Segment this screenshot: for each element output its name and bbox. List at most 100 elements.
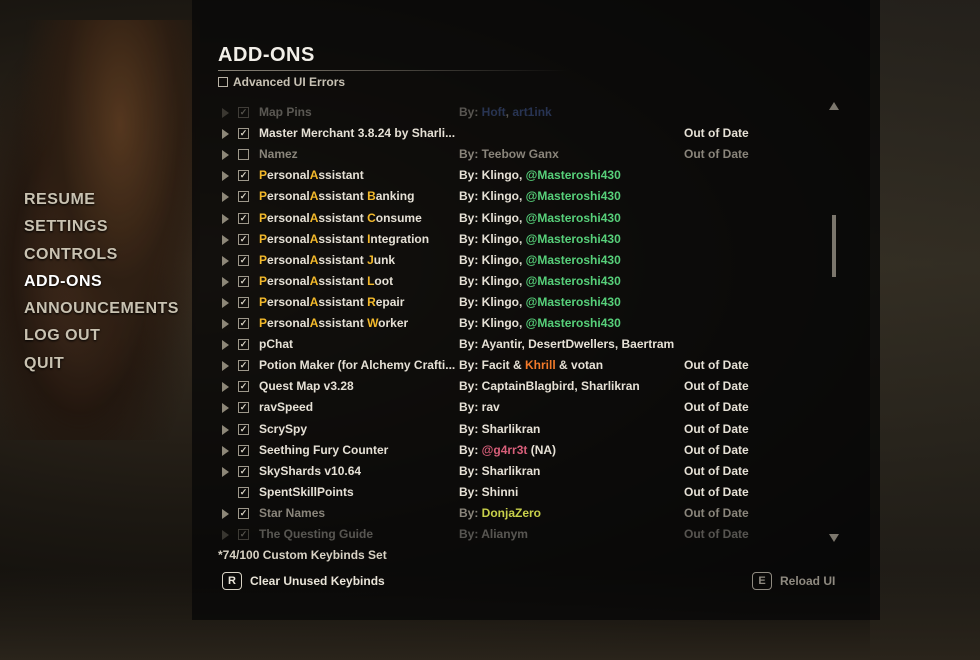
addon-enabled-checkbox[interactable]: ✓	[238, 529, 249, 540]
advanced-ui-errors-toggle[interactable]: Advanced UI Errors	[218, 75, 345, 89]
expand-arrow-icon[interactable]	[222, 403, 229, 414]
addon-enabled-checkbox[interactable]: ✓	[238, 507, 249, 519]
expand-arrow-icon[interactable]	[222, 340, 229, 351]
scroll-up-icon[interactable]	[829, 102, 839, 110]
addon-enabled-checkbox[interactable]: ✓	[238, 275, 249, 287]
expand-arrow-icon[interactable]	[222, 361, 229, 372]
addon-name-part: P	[259, 189, 268, 204]
addon-author: By: DonjaZero	[459, 506, 541, 520]
key-r-icon: R	[222, 572, 242, 590]
addon-name: PersonalAssistant Consume	[259, 211, 422, 225]
addon-row[interactable]: Namez By: Teebow Ganx Out of Date	[220, 144, 780, 165]
addon-enabled-checkbox[interactable]: ✓	[238, 444, 249, 456]
addon-enabled-checkbox[interactable]: ✓	[238, 318, 249, 329]
addon-enabled-checkbox[interactable]: ✓	[238, 233, 249, 245]
addon-row[interactable]: ✓ ravSpeed By: rav Out of Date	[220, 397, 780, 418]
expand-arrow-icon[interactable]	[222, 192, 229, 203]
addon-name: PersonalAssistant Integration	[259, 232, 429, 246]
addon-author: By: Facit & Khrill & votan	[459, 358, 603, 372]
addon-row[interactable]: ✓ PersonalAssistant Consume By: Klingo, @M…	[220, 208, 780, 229]
expand-arrow-icon[interactable]	[222, 297, 229, 308]
addon-enabled-checkbox[interactable]: ✓	[238, 296, 249, 308]
addon-enabled-checkbox[interactable]: ✓	[238, 107, 249, 118]
expand-arrow-icon[interactable]	[222, 319, 229, 329]
addon-name-part: oot	[374, 273, 394, 288]
addon-author-part: By: Alianym	[459, 527, 528, 541]
addon-row[interactable]: ✓ PersonalAssistant Worker By: Klingo, @Ma…	[220, 313, 780, 334]
addon-name-part: W	[367, 316, 379, 330]
menu-item-settings[interactable]: SETTINGS	[24, 213, 179, 240]
addon-enabled-checkbox[interactable]: ✓	[238, 381, 249, 393]
addon-row[interactable]: ✓ pChat By: Ayantir, DesertDwellers, Baert…	[220, 334, 780, 355]
addon-enabled-checkbox[interactable]: ✓	[238, 339, 249, 351]
addon-row[interactable]: ✓ Master Merchant 3.8.24 by Sharli... Out …	[220, 123, 780, 144]
menu-item-announcements[interactable]: ANNOUNCEMENTS	[24, 295, 179, 322]
scrollbar-thumb[interactable]	[832, 215, 836, 277]
addon-enabled-checkbox[interactable]: ✓	[238, 486, 249, 498]
addon-enabled-checkbox[interactable]: ✓	[238, 212, 249, 224]
addon-status: Out of Date	[684, 505, 749, 520]
addon-author-part: Khrill	[525, 358, 556, 373]
menu-item-add-ons[interactable]: ADD-ONS	[24, 268, 179, 295]
addon-row[interactable]: ✓ PersonalAssistant Loot By: Klingo, @Mast…	[220, 271, 780, 292]
addon-row[interactable]: ✓ ScrySpy By: Sharlikran Out of Date	[220, 419, 780, 440]
addon-row[interactable]: ✓ Seething Fury Counter By: @g4rr3t (NA) Ou…	[220, 440, 780, 461]
addon-row[interactable]: ✓ PersonalAssistant By: Klingo, @Masterosh…	[220, 165, 780, 186]
addon-enabled-checkbox[interactable]	[238, 149, 249, 161]
expand-arrow-icon[interactable]	[222, 213, 229, 224]
expand-arrow-icon[interactable]	[222, 255, 229, 266]
expand-arrow-icon[interactable]	[222, 530, 229, 540]
addon-enabled-checkbox[interactable]: ✓	[238, 128, 249, 140]
addon-author-part: @Masteroshi430	[525, 252, 621, 267]
addon-name-part: P	[259, 252, 268, 267]
addon-row[interactable]: ✓ Potion Maker (for Alchemy Crafti... By: …	[220, 355, 780, 376]
addon-enabled-checkbox[interactable]: ✓	[238, 191, 249, 203]
addon-enabled-checkbox[interactable]: ✓	[238, 170, 249, 182]
menu-item-resume[interactable]: RESUME	[24, 186, 179, 213]
reload-ui-button[interactable]: E Reload UI	[752, 572, 835, 590]
expand-arrow-icon[interactable]	[222, 150, 229, 161]
addon-enabled-checkbox[interactable]: ✓	[238, 254, 249, 266]
addon-name: Potion Maker (for Alchemy Crafti...	[259, 358, 455, 372]
addon-row[interactable]: ✓ SpentSkillPoints By: Shinni Out of Date	[220, 482, 780, 503]
addon-enabled-checkbox[interactable]: ✓	[238, 402, 249, 414]
expand-arrow-icon[interactable]	[222, 466, 229, 477]
expand-arrow-icon[interactable]	[222, 382, 229, 393]
expand-arrow-icon[interactable]	[222, 445, 229, 456]
menu-item-log-out[interactable]: LOG OUT	[24, 322, 179, 349]
expand-arrow-icon[interactable]	[222, 424, 229, 435]
addon-enabled-checkbox[interactable]: ✓	[238, 465, 249, 477]
addon-name: PersonalAssistant Junk	[259, 253, 395, 267]
addon-row[interactable]: ✓ SkyShards v10.64 By: Sharlikran Out of Da…	[220, 461, 780, 482]
addon-row[interactable]: ✓ Star Names By: DonjaZero Out of Date	[220, 503, 780, 524]
addon-author: By: Klingo, @Masteroshi430	[459, 253, 621, 267]
addon-row[interactable]: ✓ PersonalAssistant Repair By: Klingo, @Ma…	[220, 292, 780, 313]
addon-name: PersonalAssistant Worker	[259, 316, 408, 330]
addon-enabled-checkbox[interactable]: ✓	[238, 360, 249, 372]
expand-arrow-icon[interactable]	[222, 129, 229, 140]
addon-name-part: ersonal	[267, 294, 310, 309]
expand-arrow-icon[interactable]	[222, 276, 229, 287]
expand-arrow-icon[interactable]	[222, 234, 229, 245]
scroll-down-icon[interactable]	[829, 534, 839, 542]
expand-arrow-icon[interactable]	[222, 508, 229, 519]
expand-arrow-icon[interactable]	[222, 108, 229, 118]
menu-item-controls[interactable]: CONTROLS	[24, 241, 179, 268]
addon-row[interactable]: ✓ The Questing Guide By: Alianym Out of Dat…	[220, 524, 780, 542]
expand-arrow-icon[interactable]	[222, 171, 229, 182]
addon-enabled-checkbox[interactable]: ✓	[238, 423, 249, 435]
menu-item-quit[interactable]: QUIT	[24, 350, 179, 377]
addon-row[interactable]: ✓ Map Pins By: Hoft, art1ink	[220, 102, 780, 123]
addon-author: By: Klingo, @Masteroshi430	[459, 232, 621, 246]
addon-name: ravSpeed	[259, 400, 313, 414]
addon-author-part: @g4rr3t	[481, 442, 528, 457]
addon-row[interactable]: ✓ Quest Map v3.28 By: CaptainBlagbird, Sha…	[220, 376, 780, 397]
clear-unused-keybinds-button[interactable]: R Clear Unused Keybinds	[222, 572, 385, 590]
addon-row[interactable]: ✓ PersonalAssistant Integration By: Klingo…	[220, 229, 780, 250]
checkbox-icon[interactable]	[218, 77, 228, 87]
addon-author-part: art1ink	[512, 105, 552, 119]
addon-author: By: @g4rr3t (NA)	[459, 443, 556, 457]
addon-row[interactable]: ✓ PersonalAssistant Banking By: Klingo, @M…	[220, 186, 780, 207]
addon-author-part: By: Klingo,	[459, 189, 526, 204]
addon-row[interactable]: ✓ PersonalAssistant Junk By: Klingo, @Mast…	[220, 250, 780, 271]
